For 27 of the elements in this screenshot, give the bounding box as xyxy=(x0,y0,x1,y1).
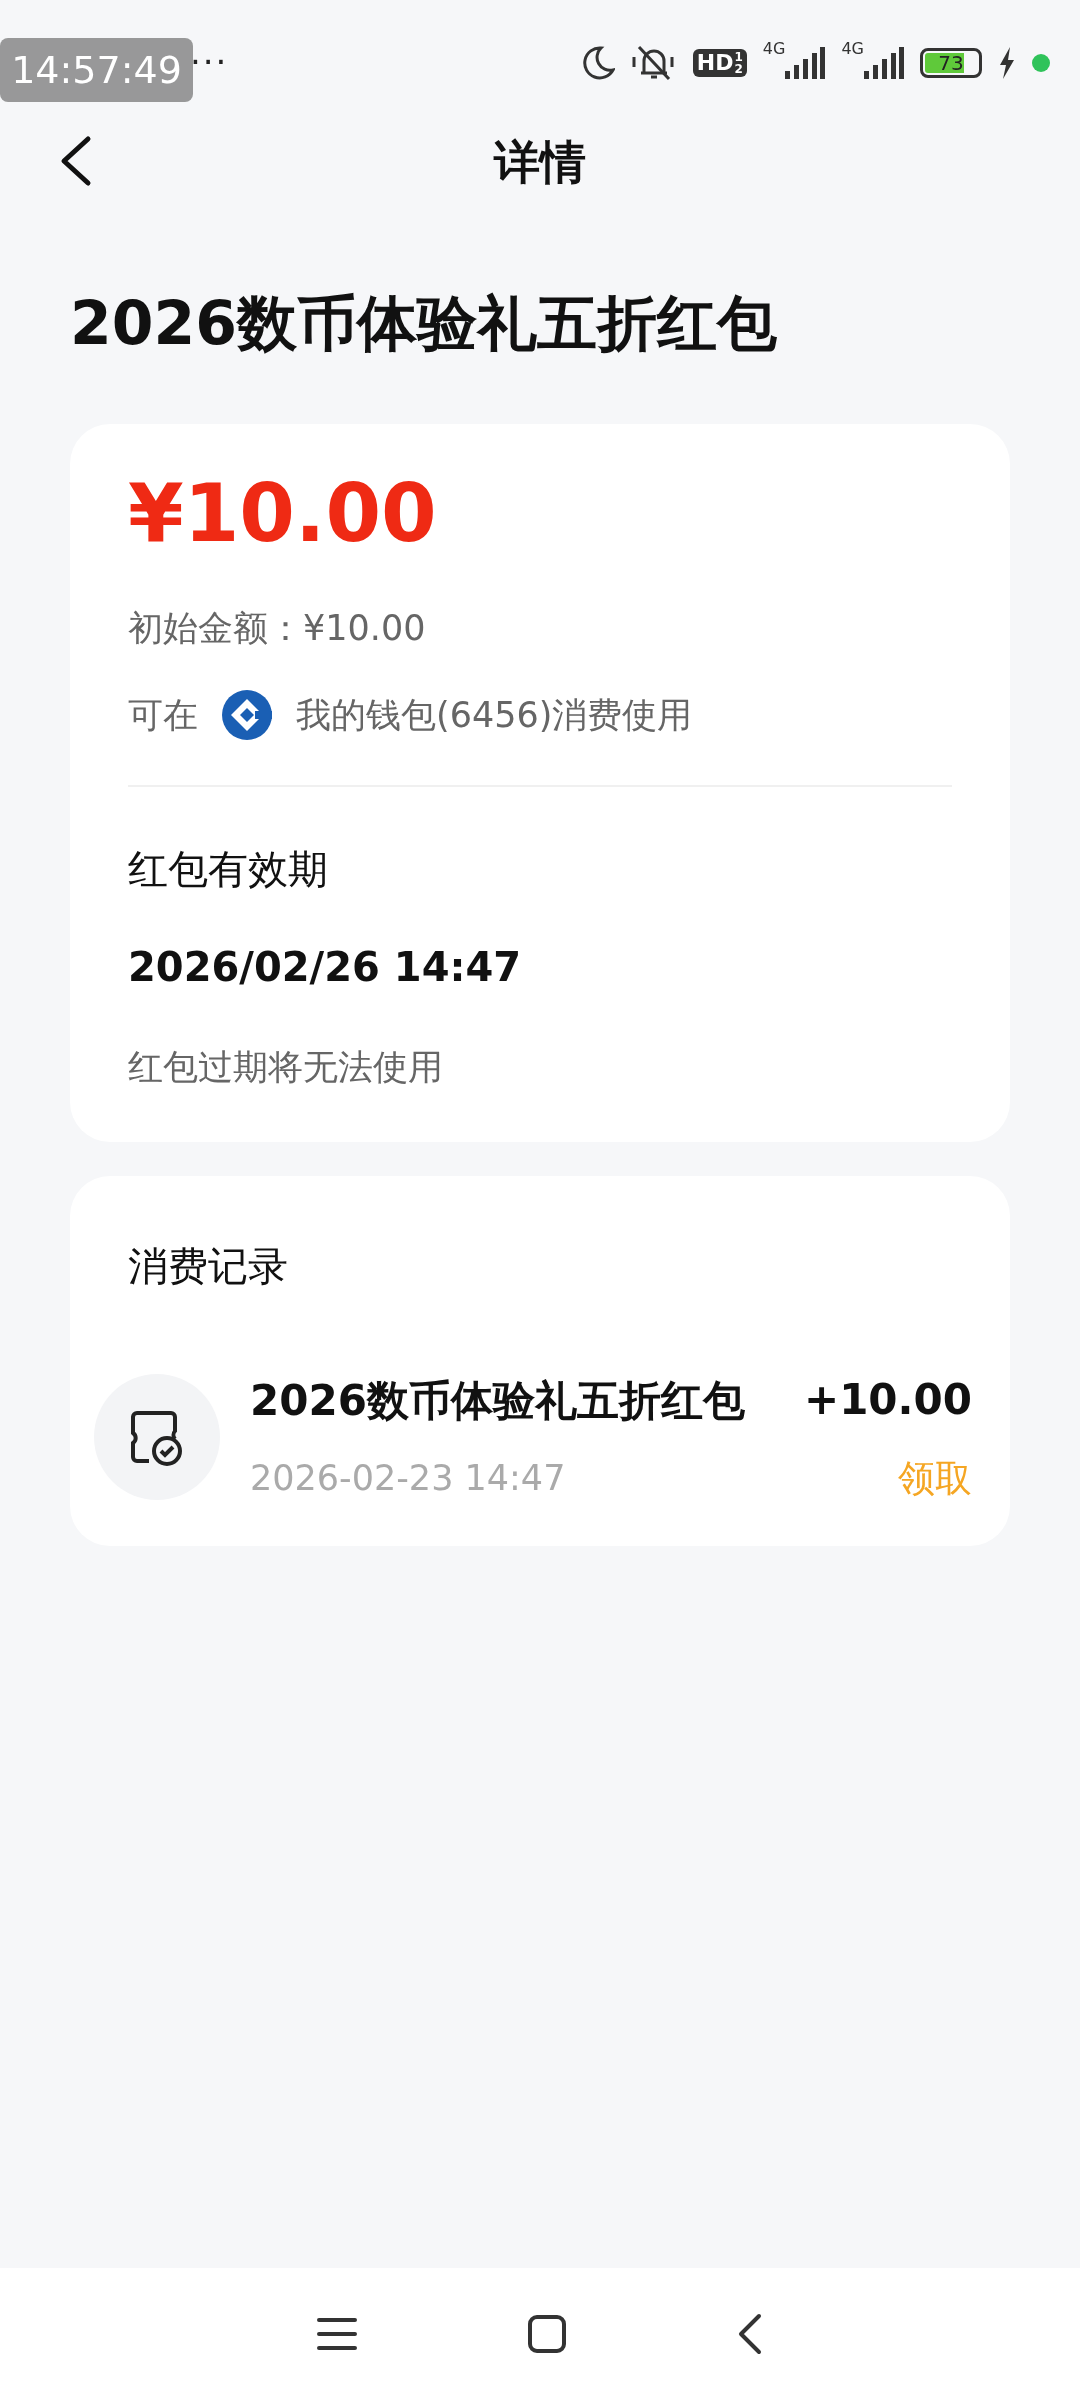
page-header-title: 详情 xyxy=(494,134,586,191)
bank-logo-icon xyxy=(222,689,272,740)
validity-date: 2026/02/26 14:47 xyxy=(128,943,523,992)
charging-icon xyxy=(998,46,1016,79)
validity-note: 红包过期将无法使用 xyxy=(128,1046,444,1089)
record-name: 2026数币体验礼五折红包 xyxy=(250,1375,746,1427)
record-type: 领取 xyxy=(898,1455,972,1502)
signal-icon xyxy=(864,46,904,79)
wallet-usage-text: 我的钱包(6456)消费使用 xyxy=(296,693,693,737)
more-indicator: ··· xyxy=(190,41,229,84)
timestamp-overlay: 14:57:49 xyxy=(0,38,193,102)
network-label: 4G xyxy=(841,40,864,57)
back-nav-button[interactable] xyxy=(737,2313,763,2355)
signal-icon xyxy=(785,46,826,79)
network-label: 4G xyxy=(762,40,786,57)
battery-indicator: 73 xyxy=(920,47,982,78)
page-title: 2026数币体验礼五折红包 xyxy=(70,287,778,360)
status-dot xyxy=(1032,53,1050,72)
home-button[interactable] xyxy=(527,2314,567,2354)
amount: ¥10.00 xyxy=(128,474,438,554)
initial-amount: 初始金额：¥10.00 xyxy=(128,607,427,650)
usable-prefix: 可在 xyxy=(128,693,198,737)
validity-label: 红包有效期 xyxy=(128,845,329,894)
record-amount: +10.00 xyxy=(803,1373,972,1426)
menu-button[interactable] xyxy=(317,2316,357,2352)
record-time: 2026-02-23 14:47 xyxy=(250,1457,567,1500)
records-title: 消费记录 xyxy=(128,1241,289,1291)
